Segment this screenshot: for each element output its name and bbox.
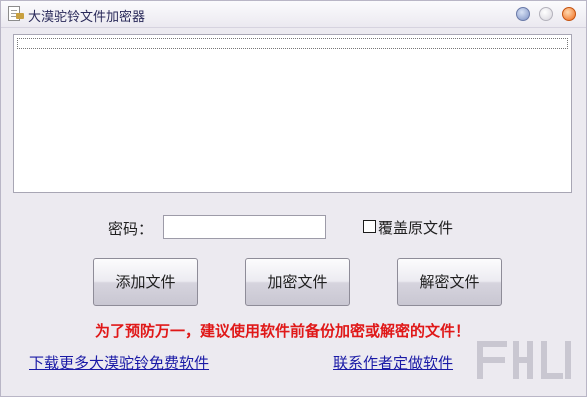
encrypt-files-button[interactable]: 加密文件: [245, 258, 350, 306]
list-focus-row[interactable]: [17, 38, 568, 49]
add-files-button[interactable]: 添加文件: [93, 258, 198, 306]
contact-author-link[interactable]: 联系作者定做软件: [333, 352, 453, 373]
overwrite-checkbox-label[interactable]: 覆盖原文件: [378, 217, 453, 238]
maximize-button[interactable]: [539, 7, 553, 21]
document-icon: [8, 6, 24, 21]
download-more-link[interactable]: 下载更多大漠驼铃免费软件: [29, 352, 209, 373]
app-window: 大漠驼铃文件加密器 密码： 覆盖原文件 添加文件 加密文件 解密文件 为了预防万…: [0, 0, 587, 397]
close-button[interactable]: [562, 7, 576, 21]
watermark-logo: [477, 341, 571, 379]
password-input[interactable]: [163, 215, 326, 239]
password-label: 密码：: [108, 220, 154, 238]
title-bar[interactable]: 大漠驼铃文件加密器: [1, 1, 586, 28]
decrypt-files-button[interactable]: 解密文件: [397, 258, 502, 306]
file-list[interactable]: [13, 34, 572, 193]
overwrite-checkbox[interactable]: [363, 220, 376, 233]
window-title: 大漠驼铃文件加密器: [28, 10, 146, 25]
backup-warning: 为了预防万一，建议使用软件前备份加密或解密的文件！: [95, 322, 471, 340]
minimize-button[interactable]: [516, 7, 530, 21]
